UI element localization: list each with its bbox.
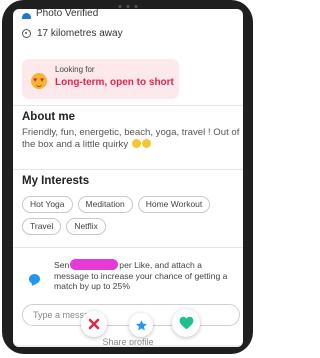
divider [13, 169, 243, 170]
interest-chip-travel: Travel [22, 218, 62, 235]
promo-text-start: Sen [54, 260, 70, 270]
close-icon [88, 318, 100, 330]
about-title: About me [22, 111, 76, 123]
reject-button[interactable] [81, 311, 107, 337]
superlike-button[interactable] [129, 313, 153, 337]
star-icon [135, 319, 147, 330]
interests-list: Hot Yoga Meditation Home Workout Travel … [22, 196, 240, 235]
interests-title: My Interests [22, 175, 90, 187]
looking-for-value: Long-term, open to short [55, 77, 174, 88]
looking-for-card: ♥ ♥ Looking for Long-term, open to short [22, 59, 179, 99]
grin-emoji-icon [141, 139, 151, 148]
divider [13, 247, 243, 248]
interest-chip-hot-yoga: Hot Yoga [22, 196, 73, 213]
verified-badge-icon [22, 13, 31, 19]
interest-chip-home-workout: Home Workout [137, 196, 211, 213]
heart-eyes-emoji-icon: ♥ ♥ [31, 73, 47, 89]
smile-emoji-icon [131, 139, 141, 148]
interest-chip-netflix: Netflix [66, 218, 106, 235]
verified-row: Photo Verified [22, 9, 98, 19]
bottom-bar [13, 345, 243, 347]
about-text-body: Friendly, fun, energetic, beach, yoga, t… [22, 127, 240, 150]
redacted-text [70, 259, 119, 270]
interest-chip-meditation: Meditation [77, 196, 133, 213]
verified-label: Photo Verified [36, 9, 99, 19]
like-button[interactable] [172, 309, 200, 337]
looking-for-label: Looking for [55, 65, 95, 74]
camera-dots [118, 5, 137, 8]
heart-icon [179, 316, 193, 330]
profile-screen[interactable]: Photo Verified 17 kilometres away ♥ ♥ Loo… [13, 9, 243, 347]
tablet-frame: Photo Verified 17 kilometres away ♥ ♥ Loo… [2, 0, 253, 354]
distance-text: 17 kilometres away [37, 28, 123, 39]
location-pin-icon [22, 29, 31, 38]
distance-row: 17 kilometres away [22, 28, 123, 39]
about-text: Friendly, fun, energetic, beach, yoga, t… [22, 127, 240, 151]
chat-bubble-icon [29, 274, 40, 284]
super-like-promo: Sen per Like, and attach a message to inc… [54, 259, 234, 292]
divider [13, 105, 243, 106]
